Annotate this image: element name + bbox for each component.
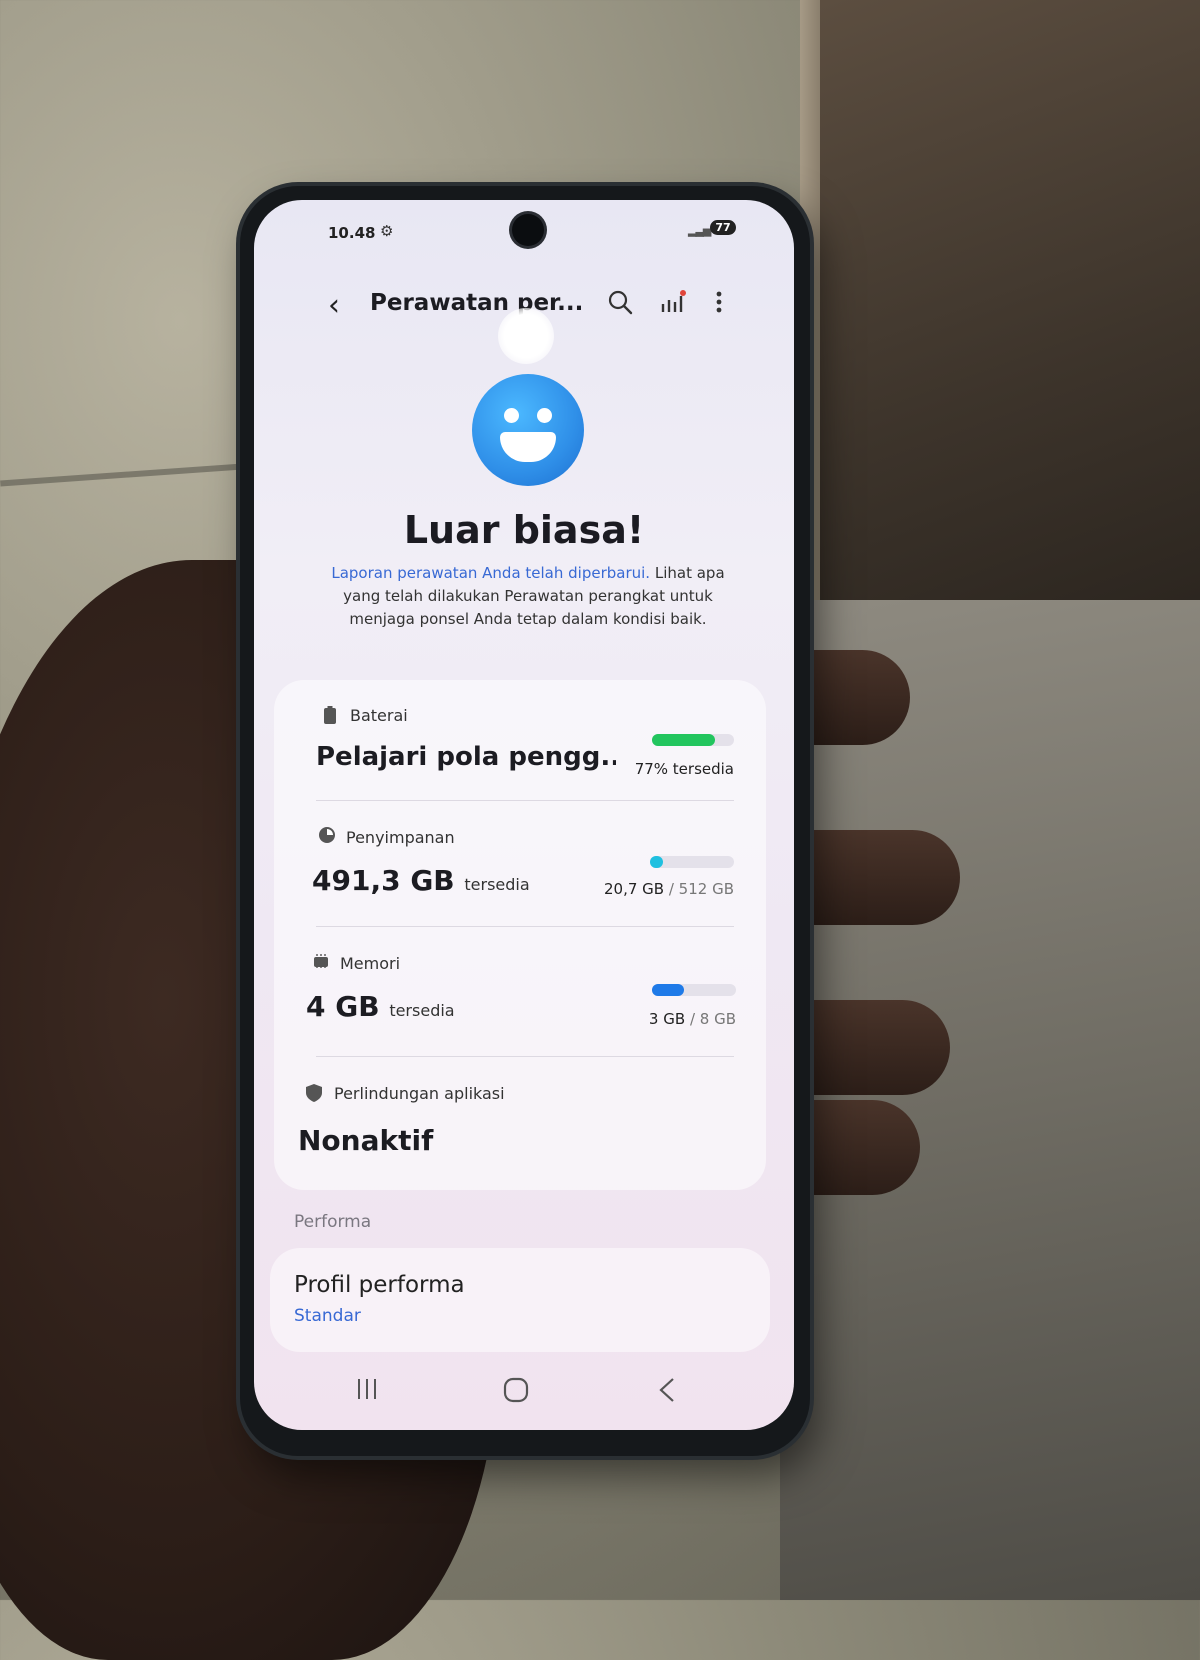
storage-bar (650, 856, 734, 868)
back-icon[interactable]: ‹ (328, 288, 340, 323)
signal-icon: ▂▃▅ (688, 224, 711, 237)
memory-total: / 8 GB (689, 1010, 736, 1028)
performance-section-header: Performa (294, 1212, 372, 1232)
battery-level-badge: 77 (710, 220, 736, 235)
screen-light-glare (498, 308, 554, 364)
battery-bar (652, 734, 734, 746)
nav-back-icon[interactable] (656, 1376, 678, 1408)
status-headline: Luar biasa! (403, 508, 645, 552)
battery-value[interactable]: Pelajari pola pengg... (316, 742, 616, 772)
divider (316, 1056, 734, 1057)
battery-icon (324, 706, 336, 728)
storage-total: / 512 GB (668, 880, 734, 898)
settings-gear-icon: ⚙ (380, 222, 394, 240)
storage-available: 491,3 GB (312, 864, 455, 897)
shield-icon (306, 1084, 322, 1106)
background-box (820, 0, 1200, 620)
more-options-icon[interactable] (710, 288, 728, 320)
storage-usage: 20,7 GB / 512 GB (574, 880, 734, 898)
memory-chip-icon (312, 954, 330, 974)
device-care-card: Baterai Pelajari pola pengg... 77% terse… (274, 680, 766, 1190)
divider (316, 800, 734, 801)
status-time: 10.48 (328, 224, 376, 242)
storage-pie-icon (318, 826, 336, 848)
performance-profile-value: Standar (294, 1306, 361, 1326)
status-description: Laporan perawatan Anda telah diperbarui.… (328, 562, 728, 631)
memory-available-suffix: tersedia (389, 1001, 455, 1020)
memory-usage: 3 GB / 8 GB (584, 1010, 736, 1028)
smiley-face-icon (472, 374, 584, 486)
search-icon[interactable] (606, 288, 634, 320)
performance-profile-item[interactable]: Profil performa Standar (270, 1248, 770, 1352)
memory-used: 3 GB (648, 1010, 686, 1028)
report-chart-icon[interactable] (658, 288, 688, 320)
memory-bar-fill (652, 984, 684, 996)
battery-status: 77% tersedia (634, 760, 734, 778)
recent-apps-icon[interactable] (354, 1376, 380, 1406)
storage-bar-fill (650, 856, 664, 868)
phone-screen: 10.48 ⚙ ▂▃▅ 77 ‹ Perawatan per... Luar b… (254, 200, 794, 1430)
battery-label: Baterai (350, 706, 408, 725)
memory-value[interactable]: 4 GB tersedia (306, 990, 455, 1023)
app-protection-value[interactable]: Nonaktif (298, 1124, 433, 1157)
navigation-bar (254, 1368, 794, 1428)
battery-bar-fill (652, 734, 716, 746)
page-title: Perawatan per... (370, 290, 584, 316)
care-report-link[interactable]: Laporan perawatan Anda telah diperbarui. (331, 564, 650, 582)
front-camera (512, 214, 544, 246)
memory-label: Memori (340, 954, 401, 973)
storage-value[interactable]: 491,3 GB tersedia (312, 864, 530, 897)
memory-available: 4 GB (306, 990, 380, 1023)
storage-label: Penyimpanan (346, 828, 455, 847)
storage-available-suffix: tersedia (464, 875, 530, 894)
home-icon[interactable] (502, 1376, 530, 1408)
app-protection-label: Perlindungan aplikasi (334, 1084, 505, 1103)
memory-bar (652, 984, 736, 996)
performance-profile-title: Profil performa (294, 1272, 465, 1298)
storage-used: 20,7 GB (603, 880, 665, 898)
divider (316, 926, 734, 927)
